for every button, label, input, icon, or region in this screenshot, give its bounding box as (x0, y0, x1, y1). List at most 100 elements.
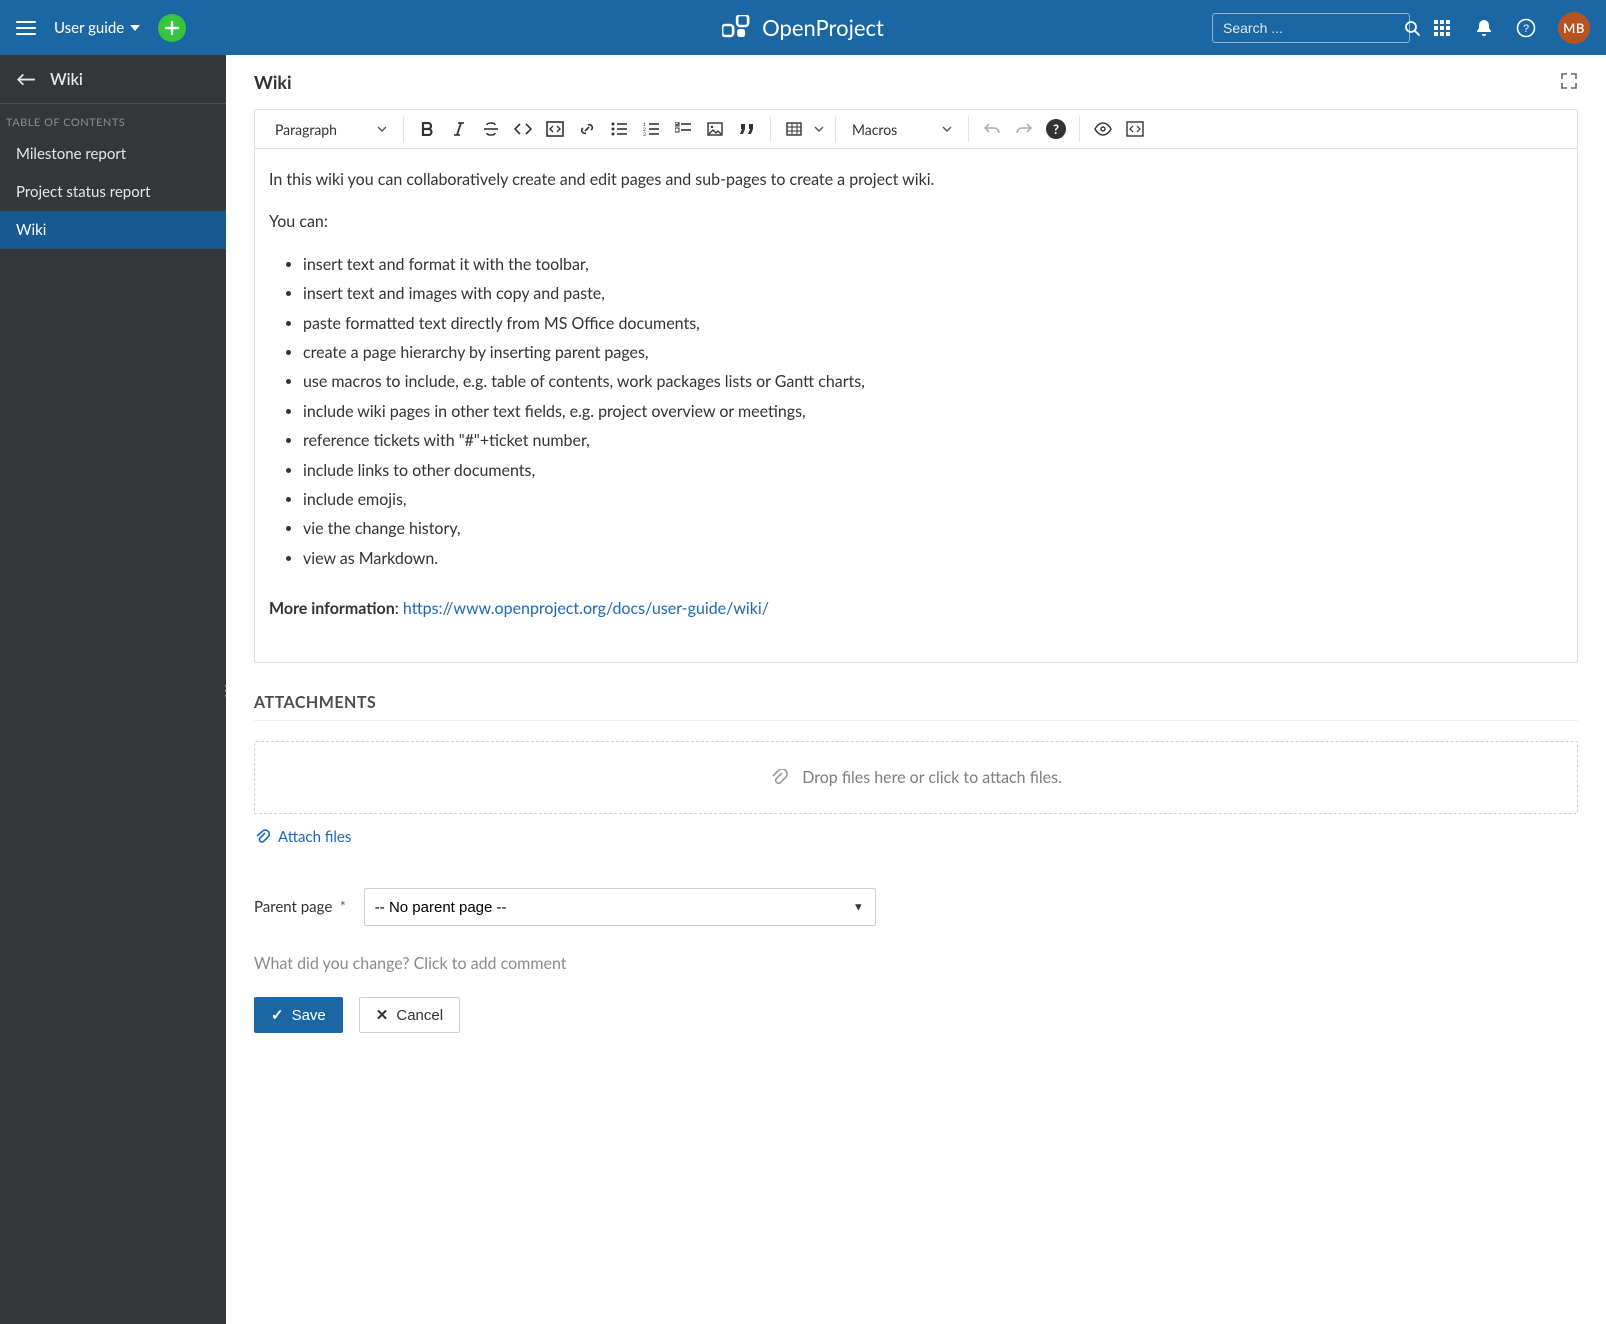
paperclip-icon (770, 769, 788, 787)
cancel-label: Cancel (396, 1007, 443, 1024)
more-info-label: More information (269, 599, 395, 618)
modules-icon[interactable] (1432, 18, 1452, 38)
redo-button[interactable] (1009, 114, 1039, 144)
caret-down-icon (130, 25, 140, 31)
editor-toolbar: Paragraph 123 (255, 110, 1577, 149)
page-title: Wiki (254, 71, 292, 93)
attachments-section: Attachments Drop files here or click to … (254, 693, 1578, 848)
notifications-icon[interactable] (1474, 18, 1494, 38)
list-item: use macros to include, e.g. table of con… (303, 369, 1563, 395)
chevron-down-icon (942, 126, 952, 132)
cancel-button[interactable]: Cancel (359, 997, 460, 1033)
page-titlebar: Wiki (226, 55, 1606, 103)
dropzone[interactable]: Drop files here or click to attach files… (254, 741, 1578, 814)
macros-dropdown[interactable]: Macros (844, 117, 960, 142)
zen-mode-icon[interactable] (1560, 72, 1578, 93)
new-button[interactable] (158, 14, 186, 42)
avatar[interactable]: MB (1558, 12, 1590, 44)
heading-dropdown[interactable]: Paragraph (267, 117, 395, 142)
you-can-text: You can: (269, 209, 1563, 235)
button-row: Save Cancel (254, 997, 1578, 1033)
link-button[interactable] (572, 114, 602, 144)
main: Wiki Paragraph (226, 55, 1606, 1324)
search-box[interactable] (1212, 13, 1410, 43)
editor-body[interactable]: In this wiki you can collaboratively cre… (255, 149, 1577, 662)
editor-help-button[interactable]: ? (1041, 114, 1071, 144)
back-arrow-icon[interactable]: ← (16, 69, 36, 89)
list-item: view as Markdown. (303, 546, 1563, 572)
image-button[interactable] (700, 114, 730, 144)
dropzone-text: Drop files here or click to attach files… (802, 768, 1062, 787)
topbar-right: ? MB (1212, 12, 1590, 44)
comment-placeholder: What did you change? Click to add commen… (254, 954, 567, 973)
undo-button[interactable] (977, 114, 1007, 144)
menu-icon[interactable] (16, 21, 36, 35)
attach-files-text: Attach files (278, 828, 351, 846)
list-item: create a page hierarchy by inserting par… (303, 340, 1563, 366)
parent-page-row: Parent page * -- No parent page -- ▼ (254, 888, 1578, 926)
project-name: User guide (54, 19, 124, 37)
code-block-button[interactable] (540, 114, 570, 144)
table-dropdown[interactable] (811, 114, 827, 144)
brand-logo-icon (722, 15, 754, 41)
help-icon[interactable]: ? (1516, 18, 1536, 38)
editor: Paragraph 123 (254, 109, 1578, 663)
preview-button[interactable] (1088, 114, 1118, 144)
svg-text:?: ? (1523, 23, 1529, 35)
parent-page-select-wrap: -- No parent page -- ▼ (364, 888, 876, 926)
list-item: include links to other documents, (303, 458, 1563, 484)
toc-list: Milestone reportProject status reportWik… (0, 135, 226, 249)
inline-code-button[interactable] (508, 114, 538, 144)
attachments-heading: Attachments (254, 693, 1578, 721)
plus-icon (164, 20, 180, 36)
strikethrough-button[interactable] (476, 114, 506, 144)
sidebar-head: ← Wiki (0, 55, 226, 104)
more-info-link[interactable]: https://www.openproject.org/docs/user-gu… (403, 599, 769, 618)
project-selector[interactable]: User guide (54, 19, 140, 37)
bold-button[interactable] (412, 114, 442, 144)
list-item: insert text and images with copy and pas… (303, 281, 1563, 307)
chevron-down-icon (377, 126, 387, 132)
blockquote-button[interactable] (732, 114, 762, 144)
question-circle-icon: ? (1046, 119, 1066, 139)
change-comment-input[interactable]: What did you change? Click to add commen… (254, 954, 1578, 973)
brand: OpenProject (722, 14, 884, 41)
todo-list-button[interactable] (668, 114, 698, 144)
bullet-list-button[interactable] (604, 114, 634, 144)
list-item: vie the change history, (303, 516, 1563, 542)
list-item: reference tickets with "#"+ticket number… (303, 428, 1563, 454)
source-button[interactable] (1120, 114, 1150, 144)
attach-files-link[interactable]: Attach files (254, 828, 351, 846)
parent-page-label: Parent page (254, 898, 332, 916)
x-icon (376, 1006, 389, 1024)
check-icon (271, 1006, 284, 1024)
sidebar-title: Wiki (50, 70, 83, 89)
topbar-left: User guide (16, 14, 186, 42)
toc-item[interactable]: Project status report (0, 173, 226, 211)
bullet-list: insert text and format it with the toolb… (269, 252, 1563, 572)
avatar-initials: MB (1563, 20, 1585, 36)
toc-label: Table of contents (0, 104, 226, 135)
intro-text: In this wiki you can collaboratively cre… (269, 167, 1563, 193)
parent-page-label-wrap: Parent page * (254, 898, 346, 916)
heading-label: Paragraph (275, 121, 337, 138)
search-input[interactable] (1223, 20, 1404, 36)
splitter-handle[interactable]: ⋮ (222, 673, 230, 707)
macros-label: Macros (852, 121, 897, 138)
parent-page-select[interactable]: -- No parent page -- (364, 888, 876, 926)
list-item: include emojis, (303, 487, 1563, 513)
toc-item[interactable]: Wiki (0, 211, 226, 249)
save-button[interactable]: Save (254, 997, 343, 1033)
list-item: paste formatted text directly from MS Of… (303, 311, 1563, 337)
italic-button[interactable] (444, 114, 474, 144)
list-item: insert text and format it with the toolb… (303, 252, 1563, 278)
list-item: include wiki pages in other text fields,… (303, 399, 1563, 425)
table-button[interactable] (779, 114, 809, 144)
search-icon[interactable] (1404, 18, 1420, 38)
numbered-list-button[interactable]: 123 (636, 114, 666, 144)
toc-item[interactable]: Milestone report (0, 135, 226, 173)
shell: ← Wiki Table of contents Milestone repor… (0, 55, 1606, 1324)
required-star: * (340, 898, 346, 915)
brand-text: OpenProject (762, 14, 884, 41)
svg-text:3: 3 (643, 132, 646, 136)
